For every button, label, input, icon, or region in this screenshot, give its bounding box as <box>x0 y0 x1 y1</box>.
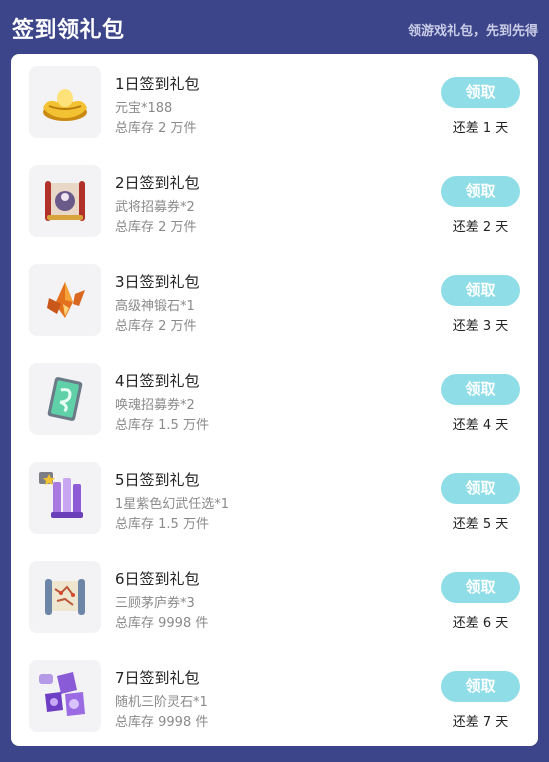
gift-name: 2日签到礼包 <box>115 174 200 192</box>
gift-stock: 总库存 9998 件 <box>115 715 209 730</box>
gift-stock: 总库存 2 万件 <box>115 121 197 136</box>
gift-name: 3日签到礼包 <box>115 273 200 291</box>
gift-thumbnail <box>29 264 101 336</box>
page-header: 签到领礼包 领游戏礼包，先到先得 <box>0 0 549 54</box>
gift-row-day-5: 5日签到礼包 1星紫色幻武任选*1 总库存 1.5 万件 领取 还差 5 天 <box>11 450 538 549</box>
page-subtitle: 领游戏礼包，先到先得 <box>407 24 538 39</box>
claim-button[interactable]: 领取 <box>441 572 520 603</box>
gift-stock: 总库存 2 万件 <box>115 220 197 235</box>
gift-name: 5日签到礼包 <box>115 471 200 489</box>
purple-weapon-chest-icon <box>39 472 83 518</box>
claim-button[interactable]: 领取 <box>441 473 520 504</box>
gift-reward: 元宝*188 <box>115 101 173 116</box>
claim-button[interactable]: 领取 <box>441 176 520 207</box>
days-remaining: 还差 7 天 <box>452 715 509 730</box>
claim-button[interactable]: 领取 <box>441 671 520 702</box>
gift-thumbnail <box>29 66 101 138</box>
days-remaining: 还差 3 天 <box>452 319 509 334</box>
gift-list-card: 1日签到礼包 元宝*188 总库存 2 万件 领取 还差 1 天 2日签到礼包 … <box>11 54 538 746</box>
days-remaining: 还差 6 天 <box>452 616 509 631</box>
spirit-gems-icon <box>39 672 85 716</box>
days-remaining: 还差 2 天 <box>452 220 509 235</box>
gift-stock: 总库存 9998 件 <box>115 616 209 631</box>
soul-recruit-card-icon <box>47 377 83 421</box>
map-scroll-icon <box>45 579 85 615</box>
gift-reward: 唤魂招募券*2 <box>115 398 195 413</box>
page-title: 签到领礼包 <box>12 18 125 43</box>
gift-name: 7日签到礼包 <box>115 669 200 687</box>
general-recruit-scroll-icon <box>45 181 85 221</box>
gift-row-day-3: 3日签到礼包 高级神锻石*1 总库存 2 万件 领取 还差 3 天 <box>11 252 538 351</box>
gift-row-day-4: 4日签到礼包 唤魂招募券*2 总库存 1.5 万件 领取 还差 4 天 <box>11 351 538 450</box>
claim-button[interactable]: 领取 <box>441 374 520 405</box>
claim-button[interactable]: 领取 <box>441 77 520 108</box>
forging-stone-icon <box>47 282 85 318</box>
gift-thumbnail <box>29 660 101 732</box>
gift-reward: 随机三阶灵石*1 <box>115 695 208 710</box>
gift-name: 1日签到礼包 <box>115 75 200 93</box>
gift-reward: 武将招募券*2 <box>115 200 195 215</box>
gift-row-day-6: 6日签到礼包 三顾茅庐券*3 总库存 9998 件 领取 还差 6 天 <box>11 549 538 648</box>
gift-name: 6日签到礼包 <box>115 570 200 588</box>
gift-thumbnail <box>29 363 101 435</box>
gift-stock: 总库存 1.5 万件 <box>115 517 209 532</box>
gift-thumbnail <box>29 165 101 237</box>
gift-row-day-1: 1日签到礼包 元宝*188 总库存 2 万件 领取 还差 1 天 <box>11 54 538 153</box>
gift-stock: 总库存 2 万件 <box>115 319 197 334</box>
claim-button[interactable]: 领取 <box>441 275 520 306</box>
days-remaining: 还差 4 天 <box>452 418 509 433</box>
gift-row-day-7: 7日签到礼包 随机三阶灵石*1 总库存 9998 件 领取 还差 7 天 <box>11 648 538 747</box>
gift-reward: 三顾茅庐券*3 <box>115 596 195 611</box>
gift-stock: 总库存 1.5 万件 <box>115 418 209 433</box>
gift-thumbnail <box>29 561 101 633</box>
gift-reward: 1星紫色幻武任选*1 <box>115 497 230 512</box>
days-remaining: 还差 1 天 <box>452 121 509 136</box>
days-remaining: 还差 5 天 <box>452 517 509 532</box>
gift-name: 4日签到礼包 <box>115 372 200 390</box>
gold-ingot-icon <box>43 89 87 121</box>
gift-row-day-2: 2日签到礼包 武将招募券*2 总库存 2 万件 领取 还差 2 天 <box>11 153 538 252</box>
gift-thumbnail <box>29 462 101 534</box>
gift-reward: 高级神锻石*1 <box>115 299 195 314</box>
